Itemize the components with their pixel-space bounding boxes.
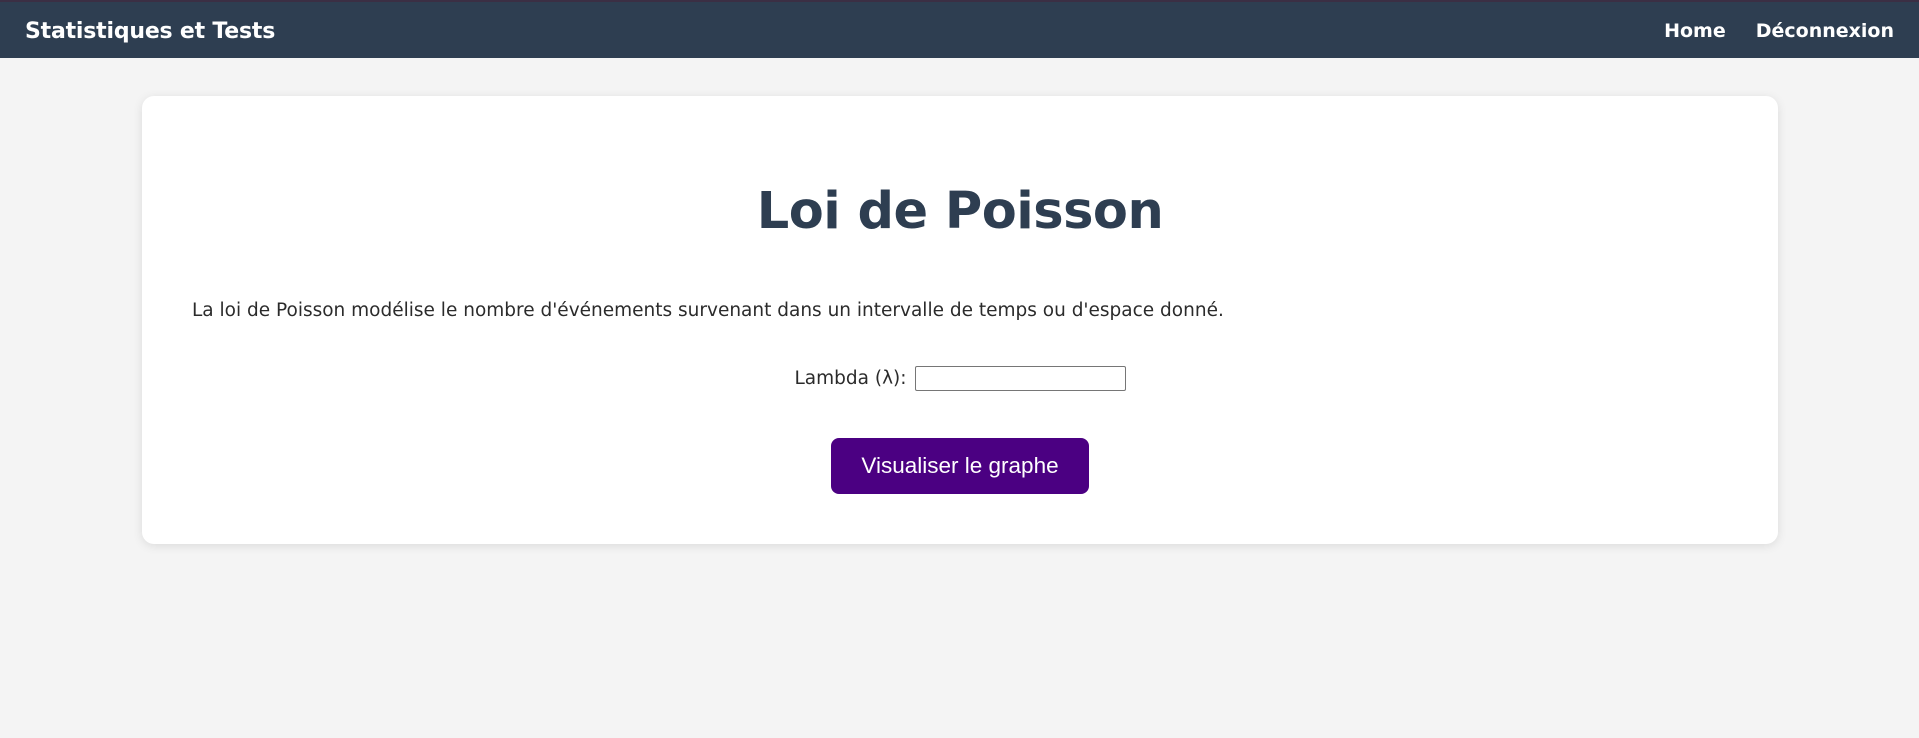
nav-link-logout[interactable]: Déconnexion	[1756, 20, 1894, 42]
visualize-graph-button[interactable]: Visualiser le graphe	[831, 438, 1089, 494]
brand-link[interactable]: Statistiques et Tests	[25, 19, 275, 44]
top-navbar: Statistiques et Tests Home Déconnexion	[0, 0, 1919, 58]
lambda-form-row: Lambda (λ):	[142, 366, 1778, 391]
page-title: Loi de Poisson	[756, 182, 1164, 241]
nav-link-home[interactable]: Home	[1664, 20, 1726, 42]
content-card: Loi de Poisson La loi de Poisson modélis…	[142, 96, 1778, 544]
lambda-label: Lambda (λ):	[794, 368, 907, 389]
nav-links: Home Déconnexion	[1664, 20, 1894, 42]
lambda-input[interactable]	[914, 366, 1126, 391]
page-description: La loi de Poisson modélise le nombre d'é…	[192, 300, 1224, 321]
